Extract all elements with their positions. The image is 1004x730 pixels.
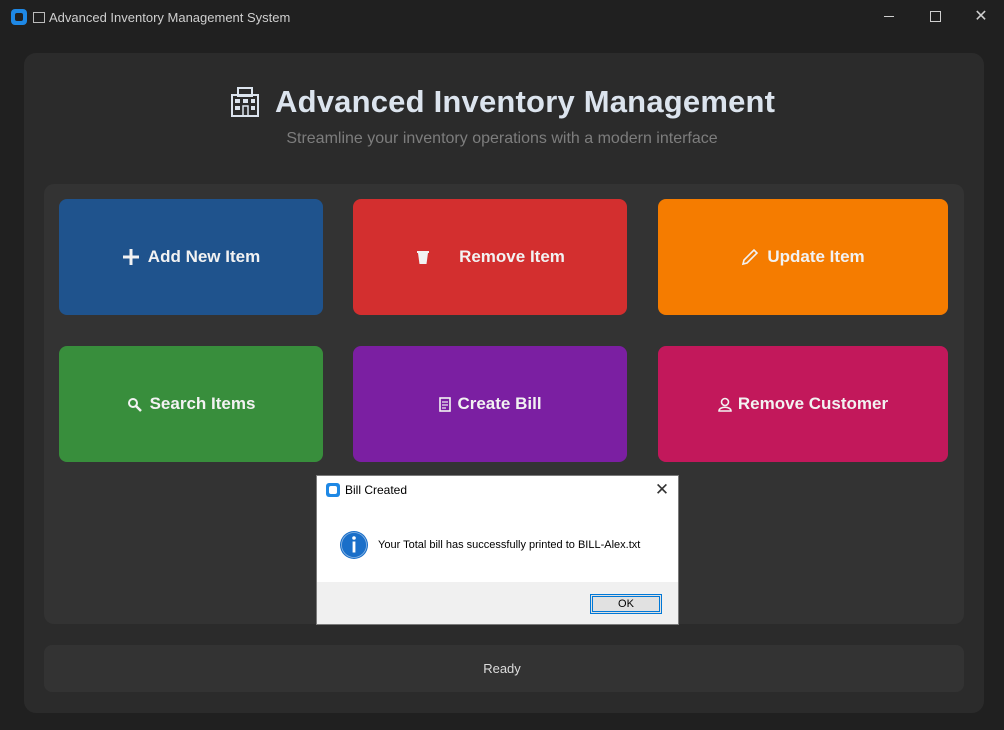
maximize-icon xyxy=(929,11,941,23)
dialog-app-icon xyxy=(326,483,340,497)
receipt-icon xyxy=(439,396,452,412)
page-subtitle: Streamline your inventory operations wit… xyxy=(286,130,718,147)
dialog-title: Bill Created xyxy=(345,483,408,497)
app-icon xyxy=(11,9,27,25)
window-close-button[interactable]: ✕ xyxy=(958,0,1004,34)
minimize-icon xyxy=(884,16,894,18)
update-item-button[interactable]: Update Item xyxy=(658,199,948,315)
store-icon xyxy=(231,87,259,117)
create-bill-button[interactable]: Create Bill xyxy=(353,346,627,462)
magnifier-icon xyxy=(127,397,142,412)
window-title: Advanced Inventory Management System xyxy=(33,10,290,25)
dialog-message: Your Total bill has successfully printed… xyxy=(378,539,641,551)
dialog-close-button[interactable]: ✕ xyxy=(651,479,673,501)
window-title-text: Advanced Inventory Management System xyxy=(49,10,291,25)
remove-customer-button[interactable]: Remove Customer xyxy=(658,346,948,462)
minimize-button[interactable] xyxy=(866,0,912,34)
search-items-button[interactable]: Search Items xyxy=(59,346,323,462)
info-icon xyxy=(340,531,368,559)
add-new-item-label: Add New Item xyxy=(147,247,261,266)
status-text: Ready xyxy=(483,661,521,676)
search-items-label: Search Items xyxy=(149,394,256,413)
plus-icon xyxy=(122,249,139,265)
remove-customer-label: Remove Customer xyxy=(737,394,889,413)
maximize-button[interactable] xyxy=(912,0,958,34)
remove-item-button[interactable]: Remove Item xyxy=(353,199,627,315)
update-item-label: Update Item xyxy=(767,247,865,266)
add-new-item-button[interactable]: Add New Item xyxy=(59,199,323,315)
pencil-icon xyxy=(742,248,759,266)
ok-button[interactable]: OK xyxy=(590,594,662,614)
remove-item-label: Remove Item xyxy=(459,247,565,266)
person-icon xyxy=(718,397,732,412)
bill-created-dialog: Bill Created ✕ Your Total bill has succe… xyxy=(316,475,679,625)
page-title: Advanced Inventory Management xyxy=(275,84,776,119)
create-bill-label: Create Bill xyxy=(457,394,542,413)
trash-icon xyxy=(417,251,430,264)
store-icon xyxy=(33,12,45,23)
title-bar: Advanced Inventory Management System ✕ xyxy=(0,0,1004,34)
dialog-footer: OK xyxy=(317,582,678,624)
